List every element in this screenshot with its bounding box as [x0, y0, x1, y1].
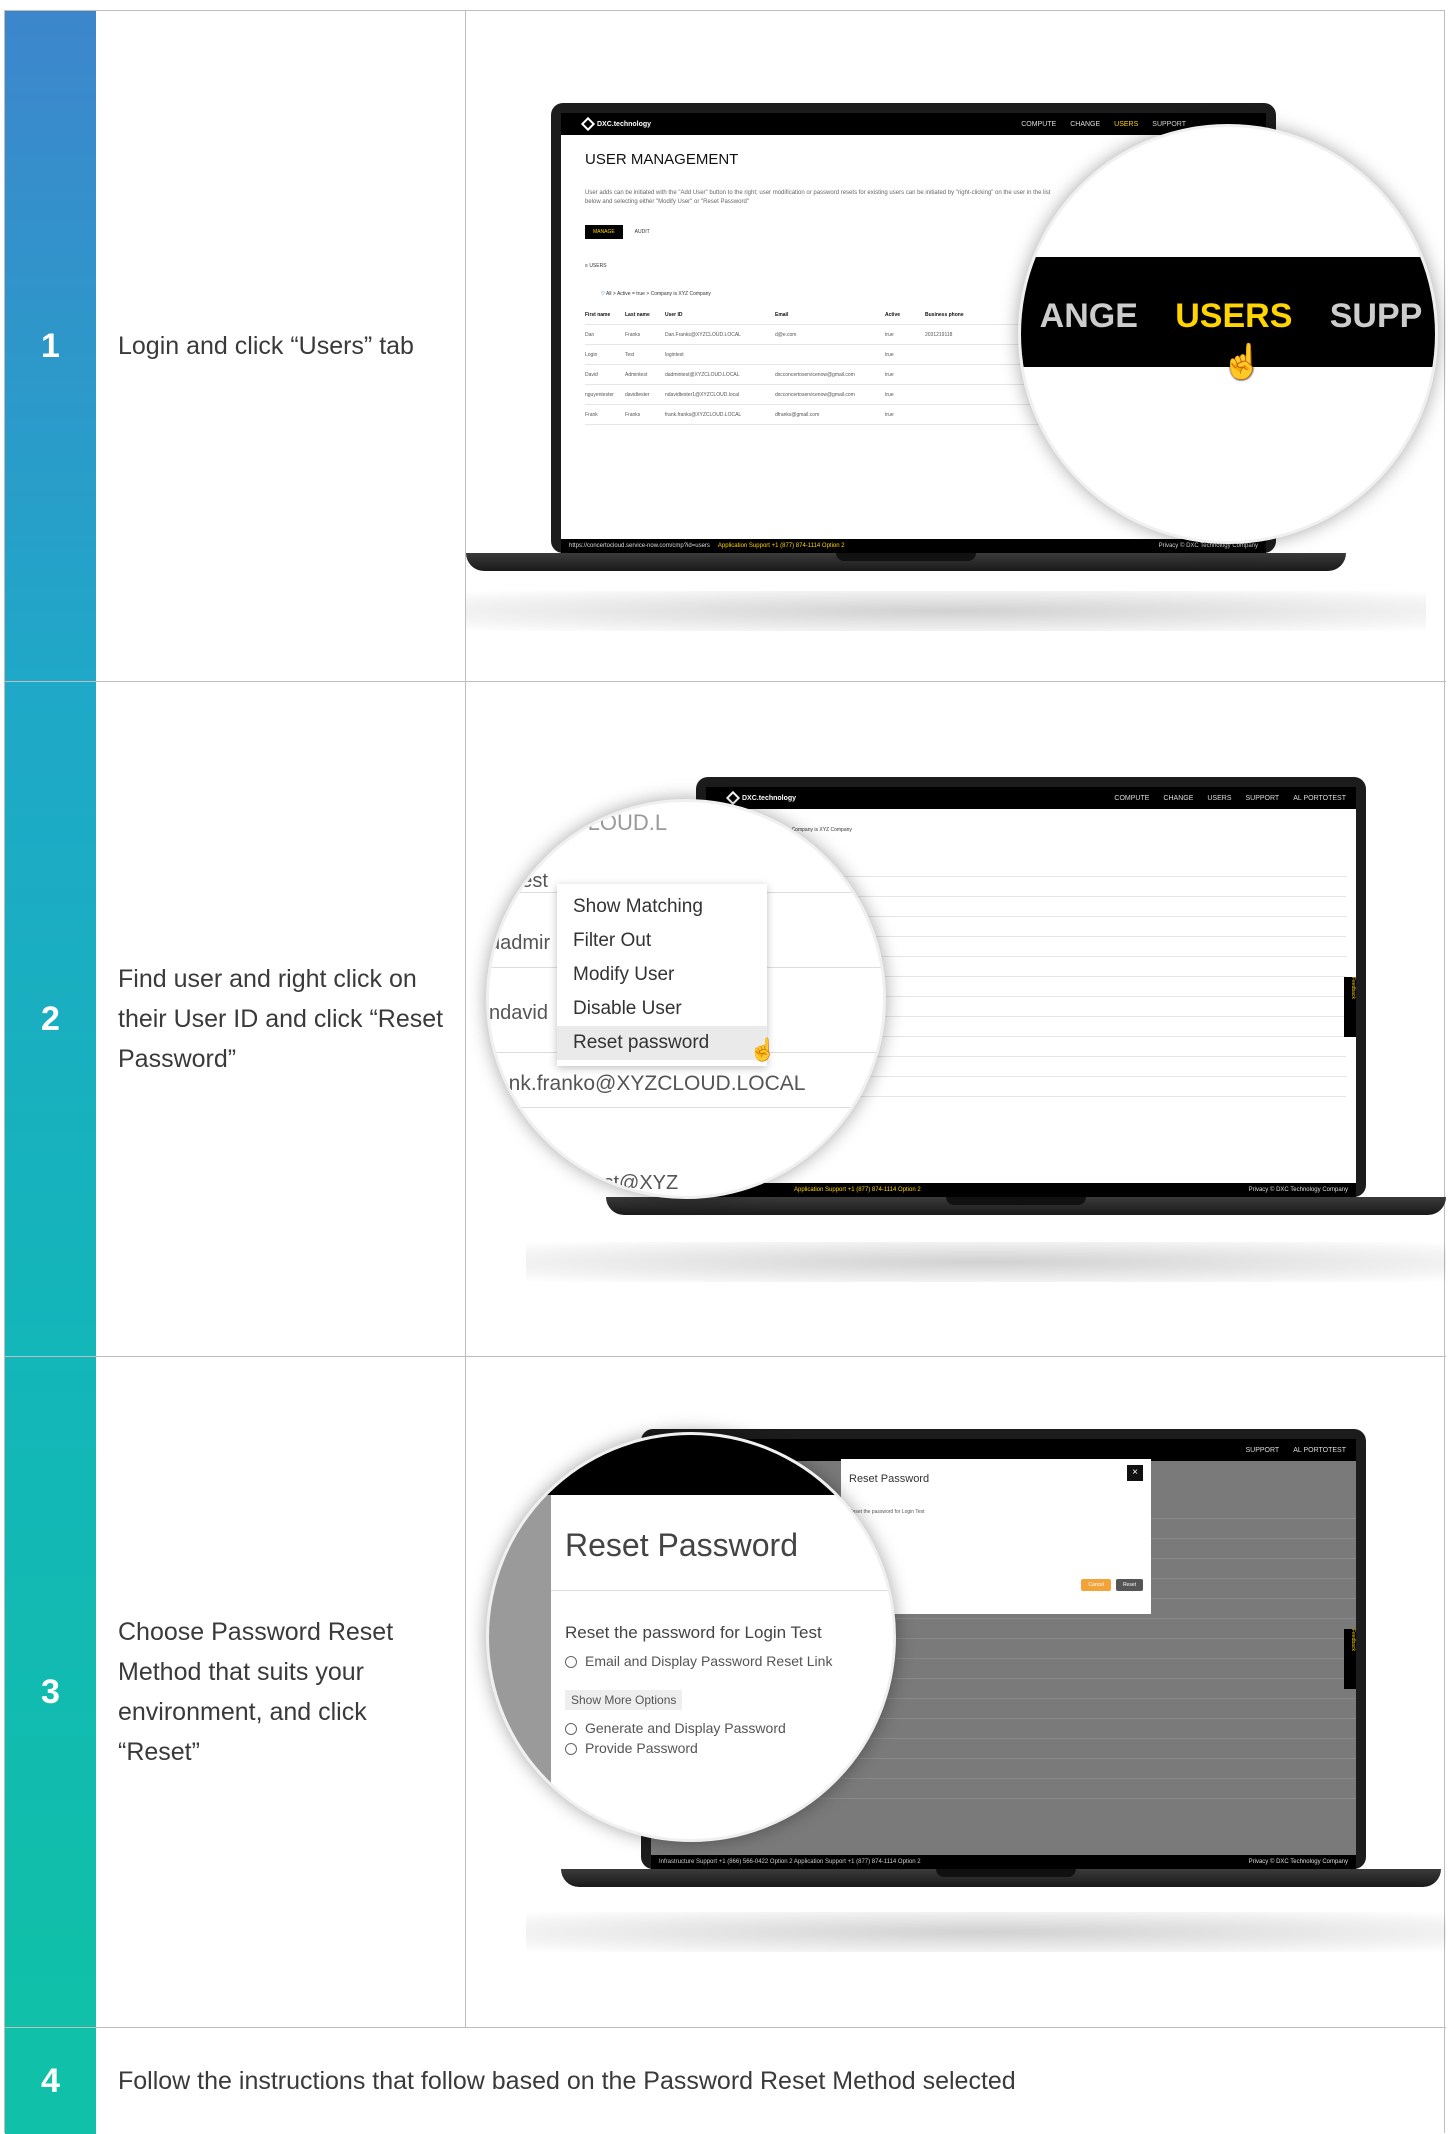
nav-change[interactable]: CHANGE — [1070, 121, 1100, 128]
step-row-4: 4 Follow the instructions that follow ba… — [5, 2028, 1446, 2134]
magnified-support: SUPP — [1329, 297, 1423, 335]
menu-disable-user[interactable]: Disable User — [557, 992, 767, 1026]
footer-bar: Application Support +1 (877) 874-1114 Op… — [706, 1183, 1356, 1197]
magnifier-reset-dialog: Reset Password Reset the password for Lo… — [486, 1432, 896, 1842]
cancel-button[interactable]: Cancel — [1081, 1579, 1111, 1591]
menu-show-matching[interactable]: Show Matching — [557, 890, 767, 924]
page-description: User adds can be initiated with the "Add… — [585, 190, 1051, 205]
nav-support[interactable]: SUPPORT — [1246, 1447, 1280, 1454]
step-row-2: 2 Find user and right click on their Use… — [5, 682, 1446, 1357]
radio-icon — [565, 1656, 577, 1669]
filter-icon: ▽ — [601, 291, 605, 297]
nav-compute[interactable]: COMPUTE — [1021, 121, 1056, 128]
step-number-4: 4 — [5, 2028, 96, 2134]
dxc-logo: DXC.technology — [725, 790, 796, 806]
filter-breadcrumb[interactable]: ▽ All > Active = true > Company is XYZ C… — [601, 291, 711, 297]
option-generate-password[interactable]: Generate and Display Password — [565, 1720, 786, 1736]
step-number-3: 3 — [5, 1357, 96, 2027]
cursor-icon: ☝ — [1221, 343, 1264, 381]
nav-support[interactable]: SUPPORT — [1152, 121, 1186, 128]
step-number-2: 2 — [5, 682, 96, 1356]
nav-change[interactable]: CHANGE — [1163, 795, 1193, 802]
step-row-1: 1 Login and click “Users” tab DXC.techno… — [5, 11, 1446, 682]
footer-bar: Infrastructure Support +1 (866) 566-0422… — [651, 1855, 1356, 1869]
menu-filter-out[interactable]: Filter Out — [557, 924, 767, 958]
page-title: USER MANAGEMENT — [585, 151, 739, 168]
show-more-options[interactable]: Show More Options — [565, 1690, 683, 1710]
step-text-3: Choose Password Reset Method that suits … — [96, 1357, 466, 2027]
feedback-tab[interactable]: Feedback — [1344, 977, 1356, 1037]
step-number-1: 1 — [5, 11, 96, 681]
step-image-3: SUPPORT AL PORTOTEST Reset Password × Re… — [466, 1357, 1446, 2027]
users-section-label: ≡ USERS — [585, 263, 607, 269]
menu-reset-password[interactable]: Reset password — [557, 1026, 767, 1060]
step-text-2: Find user and right click on their User … — [96, 682, 466, 1356]
radio-icon — [565, 1723, 577, 1736]
magnifier-context-menu: XYZCLOUD.L gintest dadmir ndavid ank.fra… — [486, 799, 886, 1199]
tab-manage[interactable]: MANAGE — [585, 225, 623, 239]
dxc-logo: DXC.technology — [580, 116, 651, 132]
user-menu[interactable]: AL PORTOTEST — [1293, 795, 1346, 802]
footer-bar: https://concertocloud.service-now.com/cm… — [561, 539, 1266, 553]
step-row-3: 3 Choose Password Reset Method that suit… — [5, 1357, 1446, 2028]
step-image-1: DXC.technology COMPUTE CHANGE USERS SUPP… — [466, 11, 1446, 681]
reset-prompt: Reset the password for Login Test — [565, 1623, 822, 1642]
reset-button[interactable]: Reset — [1115, 1579, 1143, 1591]
magnified-users[interactable]: USERS — [1175, 297, 1292, 336]
option-email-link[interactable]: Email and Display Password Reset Link — [565, 1653, 832, 1669]
nav-users[interactable]: USERS — [1207, 795, 1231, 802]
menu-modify-user[interactable]: Modify User — [557, 958, 767, 992]
feedback-tab[interactable]: Feedback — [1344, 1629, 1356, 1689]
close-icon[interactable]: × — [1127, 1465, 1143, 1481]
radio-icon — [565, 1743, 577, 1756]
nav-compute[interactable]: COMPUTE — [1114, 795, 1149, 802]
nav-support[interactable]: SUPPORT — [1246, 795, 1280, 802]
table-row[interactable]: Frank Franks frank.franks@XYZCLOUD.LOCAL df… — [585, 405, 1105, 425]
user-menu[interactable]: AL PORTOTEST — [1293, 1447, 1346, 1454]
magnified-change: ANGE — [1039, 297, 1138, 335]
step-text-1: Login and click “Users” tab — [96, 11, 466, 681]
option-provide-password[interactable]: Provide Password — [565, 1740, 698, 1756]
instruction-table: 1 Login and click “Users” tab DXC.techno… — [4, 10, 1446, 2134]
magnifier-users-tab: ANGE USERS SUPP ☝ — [1018, 124, 1438, 544]
dialog-title: Reset Password — [565, 1527, 798, 1563]
step-text-4: Follow the instructions that follow base… — [118, 2067, 1016, 2095]
context-menu: Show Matching Filter Out Modify User Dis… — [557, 884, 767, 1066]
step-image-2: DXC.technology COMPUTE CHANGE USERS SUPP… — [466, 682, 1446, 1356]
tab-audit[interactable]: AUDIT — [631, 225, 654, 239]
cursor-icon: ☝ — [749, 1037, 777, 1062]
nav-users[interactable]: USERS — [1114, 121, 1138, 128]
